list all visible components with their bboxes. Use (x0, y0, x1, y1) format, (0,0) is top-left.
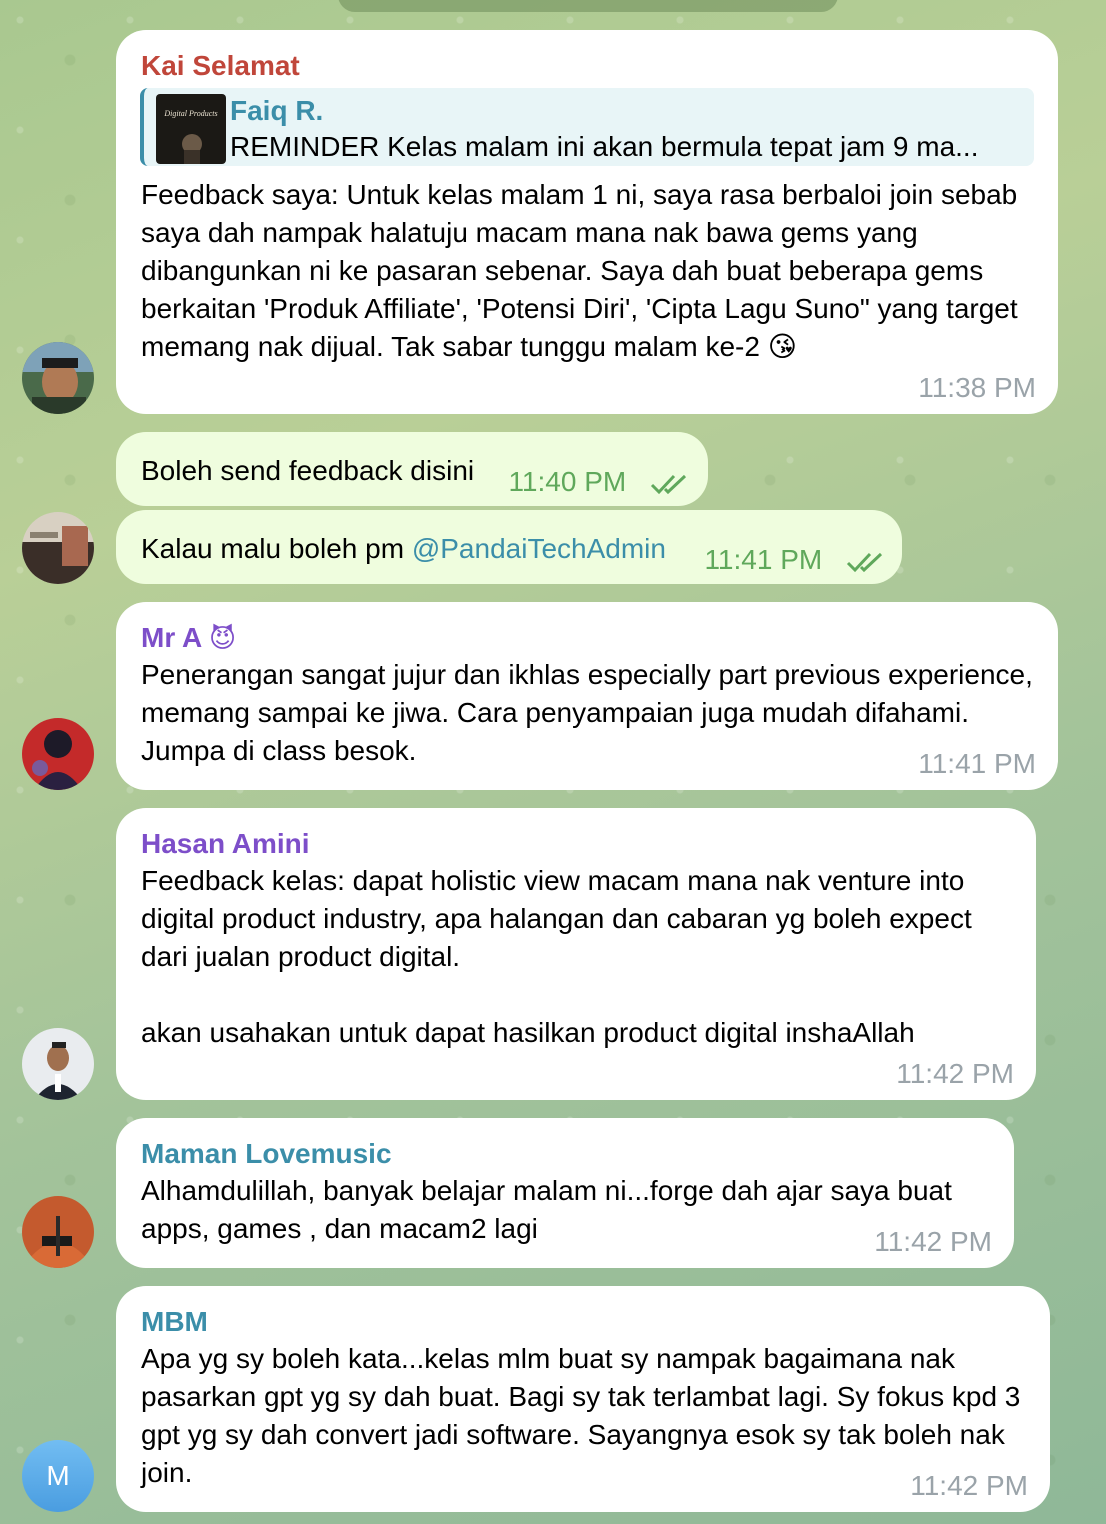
kiss-emoji-icon: 😘 (767, 331, 797, 362)
reply-thumbnail: Digital Products (156, 94, 226, 164)
message-body: Kalau malu boleh pm (141, 533, 412, 564)
sender-name[interactable]: Hasan Amini (141, 826, 1012, 862)
sender-name[interactable]: MBM (141, 1304, 1026, 1340)
avatar-mbm[interactable]: M (22, 1440, 94, 1512)
message-time: 11:40 PM (508, 466, 627, 497)
message-bubble-mbm[interactable]: MBM Apa yg sy boleh kata...kelas mlm bua… (116, 1286, 1050, 1512)
avatar-mr-a[interactable] (22, 718, 94, 790)
double-check-icon (650, 474, 687, 494)
message-bubble-maman-lovemusic[interactable]: Maman Lovemusic Alhamdulillah, banyak be… (116, 1118, 1014, 1268)
message-time: 11:41 PM (704, 544, 823, 575)
message-time: 11:42 PM (874, 1226, 992, 1257)
message-text: Apa yg sy boleh kata...kelas mlm buat sy… (141, 1343, 1029, 1488)
outgoing-message-2[interactable]: Kalau malu boleh pm @PandaiTechAdmin 11:… (116, 510, 902, 584)
message-bubble-kai-selamat[interactable]: Kai Selamat Digital Products Faiq R. REM… (116, 30, 1058, 414)
sender-name[interactable]: Maman Lovemusic (141, 1136, 990, 1172)
message-text: Penerangan sangat jujur dan ikhlas espec… (141, 659, 1041, 766)
reply-sender-name: Faiq R. (230, 95, 324, 126)
thumb-text: Digital Products (163, 109, 217, 118)
avatar-kai-selamat[interactable] (22, 342, 94, 414)
mention-link[interactable]: @PandaiTechAdmin (412, 533, 666, 564)
avatar-maman-lovemusic[interactable] (22, 1196, 94, 1268)
message-time: 11:42 PM (910, 1470, 1028, 1501)
avatar-admin[interactable] (22, 512, 94, 584)
outgoing-message-1[interactable]: Boleh send feedback disini 11:40 PM (116, 432, 708, 506)
avatar-hasan-amini[interactable] (22, 1028, 94, 1100)
devil-badge-icon: 😈 (208, 623, 237, 653)
sender-name[interactable]: Mr A 😈 (141, 620, 1034, 656)
reply-snippet: REMINDER Kelas malam ini akan bermula te… (230, 131, 979, 162)
message-time: 11:38 PM (918, 372, 1036, 403)
message-text: Feedback kelas: dapat holistic view maca… (141, 865, 972, 1048)
reply-preview[interactable]: Digital Products Faiq R. REMINDER Kelas … (140, 88, 1034, 166)
message-text: Alhamdulillah, banyak belajar malam ni..… (141, 1175, 960, 1244)
message-time: 11:41 PM (918, 748, 1036, 779)
message-bubble-mr-a[interactable]: Mr A 😈 Penerangan sangat jujur dan ikhla… (116, 602, 1058, 790)
message-time-with-ticks: 11:41 PM (704, 544, 886, 576)
message-time: 11:42 PM (896, 1058, 1014, 1089)
message-bubble-hasan-amini[interactable]: Hasan Amini Feedback kelas: dapat holist… (116, 808, 1036, 1100)
message-time-with-ticks: 11:40 PM (508, 466, 690, 498)
message-text: Feedback saya: Untuk kelas malam 1 ni, s… (141, 176, 1034, 366)
sender-name[interactable]: Kai Selamat (141, 48, 1034, 84)
double-check-icon (846, 552, 883, 572)
avatar-letter: M (46, 1460, 70, 1491)
message-body: Feedback saya: Untuk kelas malam 1 ni, s… (141, 179, 1026, 362)
date-pill (338, 0, 838, 12)
